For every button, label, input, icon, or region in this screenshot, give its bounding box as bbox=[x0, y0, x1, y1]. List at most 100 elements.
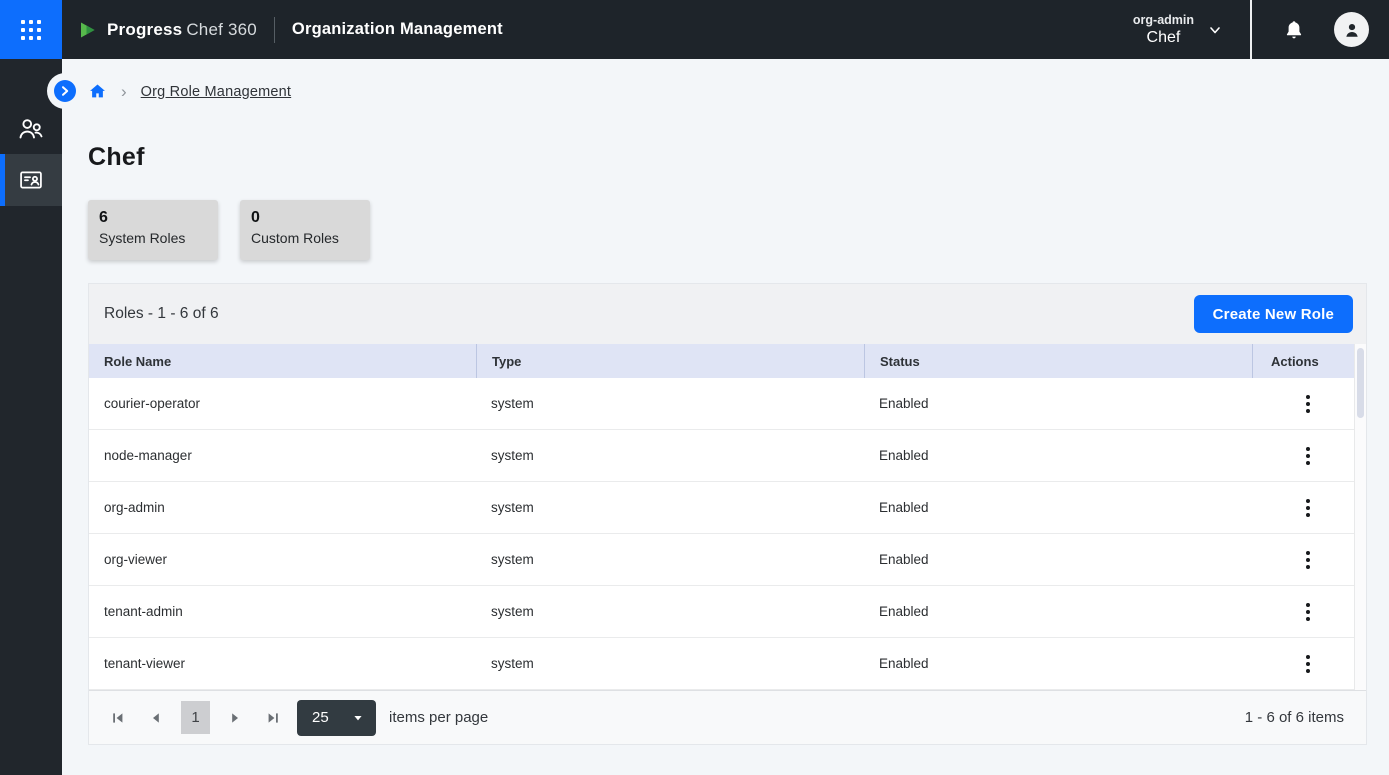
last-page-button[interactable] bbox=[258, 703, 288, 733]
page-title: Chef bbox=[88, 143, 1389, 172]
header-right: org-admin Chef bbox=[1133, 0, 1389, 59]
roles-grid: Role Name Type Status Actions courier-op… bbox=[89, 344, 1354, 690]
user-avatar-icon bbox=[1341, 19, 1363, 41]
page-size-value: 25 bbox=[312, 709, 329, 726]
breadcrumb-home-button[interactable] bbox=[88, 82, 107, 101]
row-actions-menu-button[interactable] bbox=[1294, 650, 1322, 678]
stat-card-custom-roles: 0 Custom Roles bbox=[240, 200, 370, 260]
grid-dots-icon bbox=[21, 20, 41, 40]
stat-card-system-roles: 6 System Roles bbox=[88, 200, 218, 260]
type-cell: system bbox=[476, 586, 864, 637]
next-page-button[interactable] bbox=[220, 703, 250, 733]
roles-panel-title: Roles - 1 - 6 of 6 bbox=[104, 305, 219, 323]
top-header: Progress Chef 360 Organization Managemen… bbox=[0, 0, 1389, 59]
breadcrumb: › Org Role Management bbox=[62, 59, 1389, 101]
pagination-bar: 1 25 items per page 1 - 6 of 6 items bbox=[89, 690, 1366, 744]
actions-cell bbox=[1252, 534, 1354, 585]
user-avatar-button[interactable] bbox=[1334, 12, 1369, 47]
current-page-button[interactable]: 1 bbox=[181, 701, 210, 734]
type-cell: system bbox=[476, 378, 864, 429]
first-page-icon bbox=[110, 710, 126, 726]
main-content: › Org Role Management Chef 6 System Role… bbox=[62, 59, 1389, 775]
org-switcher[interactable]: org-admin Chef bbox=[1133, 13, 1224, 47]
previous-page-button[interactable] bbox=[141, 703, 171, 733]
create-new-role-button[interactable]: Create New Role bbox=[1194, 295, 1353, 333]
brand-logo[interactable]: Progress Chef 360 bbox=[78, 19, 257, 41]
chevron-down-icon bbox=[1206, 21, 1224, 39]
type-cell: system bbox=[476, 638, 864, 689]
prev-page-icon bbox=[148, 710, 164, 726]
system-roles-label: System Roles bbox=[99, 230, 218, 246]
table-row: tenant-admin system Enabled bbox=[89, 586, 1354, 638]
table-row: node-manager system Enabled bbox=[89, 430, 1354, 482]
table-scrollbar-track[interactable] bbox=[1354, 344, 1366, 690]
progress-logo-icon bbox=[78, 19, 100, 41]
actions-cell bbox=[1252, 378, 1354, 429]
home-icon bbox=[88, 82, 107, 101]
sidebar-expand-button[interactable] bbox=[54, 80, 76, 102]
roles-panel-header: Roles - 1 - 6 of 6 Create New Role bbox=[89, 284, 1366, 344]
table-row: org-admin system Enabled bbox=[89, 482, 1354, 534]
custom-roles-label: Custom Roles bbox=[251, 230, 370, 246]
role-card-icon bbox=[17, 166, 45, 194]
custom-roles-count: 0 bbox=[251, 209, 370, 227]
role-name-cell: tenant-admin bbox=[89, 586, 476, 637]
column-header-status: Status bbox=[864, 344, 1252, 378]
brand-name: Progress bbox=[107, 20, 182, 40]
users-icon bbox=[16, 114, 46, 144]
status-cell: Enabled bbox=[864, 378, 1252, 429]
app-launcher-button[interactable] bbox=[0, 0, 62, 59]
product-name: Chef 360 bbox=[186, 20, 257, 40]
row-actions-menu-button[interactable] bbox=[1294, 390, 1322, 418]
status-cell: Enabled bbox=[864, 534, 1252, 585]
pagination-range-label: 1 - 6 of 6 items bbox=[1245, 709, 1344, 726]
header-divider bbox=[274, 17, 275, 43]
table-row: courier-operator system Enabled bbox=[89, 378, 1354, 430]
actions-cell bbox=[1252, 430, 1354, 481]
org-name-label: Chef bbox=[1133, 29, 1194, 47]
table-scrollbar-thumb[interactable] bbox=[1357, 348, 1364, 418]
chevron-right-icon bbox=[58, 84, 72, 98]
row-actions-menu-button[interactable] bbox=[1294, 546, 1322, 574]
caret-down-icon bbox=[352, 712, 364, 724]
org-texts: org-admin Chef bbox=[1133, 13, 1194, 47]
row-actions-menu-button[interactable] bbox=[1294, 598, 1322, 626]
status-cell: Enabled bbox=[864, 482, 1252, 533]
actions-cell bbox=[1252, 482, 1354, 533]
notifications-button[interactable] bbox=[1282, 18, 1306, 42]
table-row: tenant-viewer system Enabled bbox=[89, 638, 1354, 690]
role-name-cell: org-viewer bbox=[89, 534, 476, 585]
row-actions-menu-button[interactable] bbox=[1294, 494, 1322, 522]
breadcrumb-separator: › bbox=[121, 83, 127, 100]
column-header-type: Type bbox=[476, 344, 864, 378]
items-per-page-label: items per page bbox=[389, 709, 488, 726]
role-name-cell: courier-operator bbox=[89, 378, 476, 429]
type-cell: system bbox=[476, 534, 864, 585]
column-header-role-name: Role Name bbox=[89, 344, 476, 378]
sidebar bbox=[0, 59, 62, 775]
sidebar-item-users[interactable] bbox=[0, 104, 62, 154]
roles-panel: Roles - 1 - 6 of 6 Create New Role Role … bbox=[88, 283, 1367, 745]
table-header-row: Role Name Type Status Actions bbox=[89, 344, 1354, 378]
type-cell: system bbox=[476, 482, 864, 533]
page-size-select[interactable]: 25 bbox=[297, 700, 376, 736]
roles-table: Role Name Type Status Actions courier-op… bbox=[89, 344, 1366, 690]
role-name-cell: tenant-viewer bbox=[89, 638, 476, 689]
role-name-cell: org-admin bbox=[89, 482, 476, 533]
status-cell: Enabled bbox=[864, 430, 1252, 481]
sidebar-item-roles[interactable] bbox=[0, 154, 62, 206]
header-separator bbox=[1250, 0, 1252, 59]
row-actions-menu-button[interactable] bbox=[1294, 442, 1322, 470]
last-page-icon bbox=[265, 710, 281, 726]
first-page-button[interactable] bbox=[103, 703, 133, 733]
breadcrumb-link-org-role-management[interactable]: Org Role Management bbox=[141, 84, 292, 100]
column-header-actions: Actions bbox=[1252, 344, 1354, 378]
role-name-cell: node-manager bbox=[89, 430, 476, 481]
type-cell: system bbox=[476, 430, 864, 481]
stat-cards: 6 System Roles 0 Custom Roles bbox=[88, 200, 1389, 260]
org-role-label: org-admin bbox=[1133, 13, 1194, 27]
table-row: org-viewer system Enabled bbox=[89, 534, 1354, 586]
next-page-icon bbox=[227, 710, 243, 726]
status-cell: Enabled bbox=[864, 638, 1252, 689]
bell-icon bbox=[1282, 18, 1306, 42]
